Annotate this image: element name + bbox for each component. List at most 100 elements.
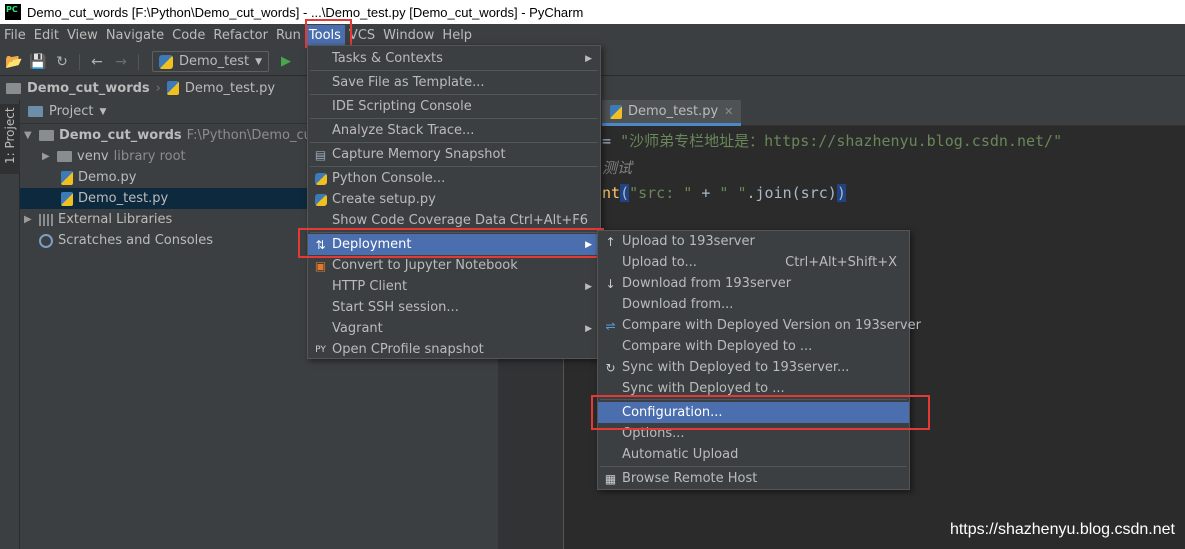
expand-arrow-icon[interactable]: ▶ [42, 151, 52, 162]
menu-item-convert-to-jupyter[interactable]: ▣ Convert to Jupyter Notebook [308, 255, 600, 276]
forward-icon[interactable]: → [111, 52, 131, 72]
menu-item-browse-remote-host[interactable]: ▦ Browse Remote Host [598, 468, 909, 489]
menu-item-vagrant[interactable]: Vagrant ▶ [308, 318, 600, 339]
project-tool-tab[interactable]: 1: Project [0, 104, 20, 174]
tree-item-label: Demo.py [78, 170, 137, 185]
editor-tab-bar: Demo_test.py ✕ [498, 100, 1185, 126]
code-string: "src: " [629, 184, 693, 202]
code-method-call: .join(src) [746, 184, 837, 202]
menu-item-label: Analyze Stack Trace... [332, 123, 475, 138]
menu-vcs[interactable]: VCS [345, 25, 379, 47]
menu-item-label: Vagrant [332, 321, 383, 336]
menu-edit[interactable]: Edit [30, 25, 63, 47]
project-view-label: Project [49, 104, 94, 119]
chevron-down-icon: ▼ [99, 106, 107, 117]
menu-navigate[interactable]: Navigate [102, 25, 168, 47]
python-file-icon [61, 170, 73, 185]
menu-help[interactable]: Help [438, 25, 476, 47]
menu-item-save-file-as-template[interactable]: Save File as Template... [308, 72, 600, 93]
compare-icon: ⇌ [605, 318, 616, 333]
menu-item-deployment[interactable]: ⇅ Deployment ▶ [308, 234, 600, 255]
menu-item-label: Convert to Jupyter Notebook [332, 258, 518, 273]
menu-item-label: Tasks & Contexts [332, 51, 443, 66]
close-icon[interactable]: ✕ [724, 105, 733, 118]
submenu-arrow-icon: ▶ [585, 323, 592, 334]
open-folder-icon[interactable]: 📂 [4, 52, 24, 72]
menu-item-label: Start SSH session... [332, 300, 459, 315]
tree-item-label: Demo_cut_words [59, 128, 182, 143]
menu-separator [310, 232, 598, 233]
menu-item-download-from[interactable]: Download from... [598, 294, 909, 315]
code-function: nt [602, 184, 621, 202]
project-view-icon [28, 106, 43, 117]
editor-tab-demo-test[interactable]: Demo_test.py ✕ [602, 100, 742, 126]
breadcrumb-project[interactable]: Demo_cut_words [27, 81, 150, 96]
run-icon[interactable]: ▶ [281, 54, 291, 69]
breadcrumb-file[interactable]: Demo_test.py [185, 81, 275, 96]
menu-item-compare-with-deployed-server[interactable]: ⇌ Compare with Deployed Version on 193se… [598, 315, 920, 336]
library-icon [39, 213, 53, 226]
menu-item-automatic-upload[interactable]: Automatic Upload [598, 444, 909, 465]
menu-refactor[interactable]: Refactor [209, 25, 272, 47]
menu-item-capture-memory-snapshot[interactable]: ▤ Capture Memory Snapshot [308, 144, 600, 165]
menu-window[interactable]: Window [379, 25, 438, 47]
menu-item-compare-with-deployed-to[interactable]: Compare with Deployed to ... [598, 336, 909, 357]
code-operator: + [692, 184, 720, 202]
menu-item-analyze-stack-trace[interactable]: Analyze Stack Trace... [308, 120, 600, 141]
menu-item-label: Deployment [332, 237, 412, 252]
window-title: Demo_cut_words [F:\Python\Demo_cut_words… [27, 4, 584, 20]
code-assign: = [602, 132, 621, 150]
cprofile-icon: PY [315, 344, 326, 355]
sync-icon: ↻ [605, 360, 616, 375]
menu-item-upload-to[interactable]: Upload to... Ctrl+Alt+Shift+X [598, 252, 909, 273]
menu-item-create-setup-py[interactable]: Create setup.py [308, 189, 600, 210]
menu-item-label: Browse Remote Host [622, 471, 758, 486]
menu-tools[interactable]: Tools [304, 25, 345, 47]
deployment-submenu: ↑ Upload to 193server Upload to... Ctrl+… [597, 230, 921, 490]
menu-item-tasks-contexts[interactable]: Tasks & Contexts ▶ [308, 48, 600, 69]
toolbar-separator [138, 53, 139, 70]
save-all-icon[interactable]: 💾 [28, 52, 48, 72]
menu-item-options[interactable]: Options... [598, 423, 909, 444]
menu-item-sync-with-deployed-server[interactable]: ↻ Sync with Deployed to 193server... [598, 357, 909, 378]
menu-file[interactable]: File [0, 25, 30, 47]
menu-item-label: Upload to... [622, 255, 697, 270]
code-paren-close: ) [836, 184, 846, 202]
menu-separator [310, 70, 598, 71]
submenu-arrow-icon: ▶ [585, 281, 592, 292]
menu-item-download-from-server[interactable]: ↓ Download from 193server [598, 273, 909, 294]
menu-separator [310, 166, 598, 167]
menu-item-configuration[interactable]: Configuration... [598, 402, 909, 423]
menu-item-show-code-coverage[interactable]: Show Code Coverage Data Ctrl+Alt+F6 [308, 210, 600, 231]
tree-item-label: venv [77, 149, 109, 164]
menu-code[interactable]: Code [168, 25, 209, 47]
menu-item-upload-to-server[interactable]: ↑ Upload to 193server [598, 231, 909, 252]
menu-item-python-console[interactable]: Python Console... [308, 168, 600, 189]
menu-item-open-cprofile-snapshot[interactable]: PY Open CProfile snapshot [308, 339, 600, 360]
python-console-icon [313, 171, 328, 186]
code-string: "沙师弟专栏地址是：https://shazhenyu.blog.csdn.ne… [620, 132, 1063, 150]
menu-separator [310, 118, 598, 119]
menu-item-start-ssh-session[interactable]: Start SSH session... [308, 297, 600, 318]
python-file-icon [61, 191, 73, 206]
menu-item-label: Download from 193server [622, 276, 792, 291]
run-configuration-select[interactable]: Demo_test ▼ [152, 51, 270, 72]
toolbar-separator [79, 53, 80, 70]
code-line-1: = "沙师弟专栏地址是：https://shazhenyu.blog.csdn.… [602, 130, 1062, 151]
memory-snapshot-icon: ▤ [314, 147, 327, 162]
menu-item-sync-with-deployed-to[interactable]: Sync with Deployed to ... [598, 378, 909, 399]
menu-run[interactable]: Run [272, 25, 305, 47]
expand-arrow-icon[interactable]: ▼ [24, 130, 34, 141]
menu-item-label: Options... [622, 426, 685, 441]
chevron-down-icon: ▼ [255, 56, 263, 67]
code-line-3: nt("src: " + " ".join(src)) [602, 184, 846, 202]
back-icon[interactable]: ← [87, 52, 107, 72]
menu-item-label: Sync with Deployed to 193server... [622, 360, 850, 375]
sync-icon[interactable]: ↻ [52, 52, 72, 72]
menu-separator [600, 466, 907, 467]
menu-item-http-client[interactable]: HTTP Client ▶ [308, 276, 600, 297]
menu-separator [310, 94, 598, 95]
expand-arrow-icon[interactable]: ▶ [24, 214, 34, 225]
menu-view[interactable]: View [63, 25, 102, 47]
menu-item-ide-scripting-console[interactable]: IDE Scripting Console [308, 96, 600, 117]
